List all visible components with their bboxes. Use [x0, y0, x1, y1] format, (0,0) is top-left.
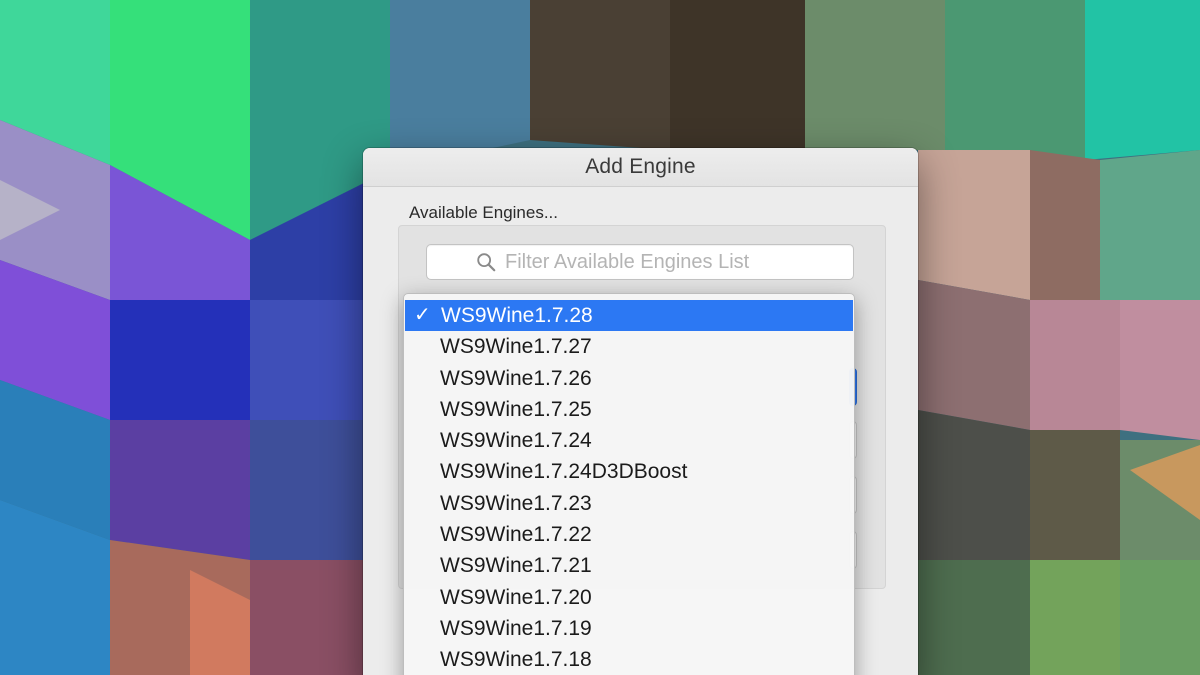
filter-engines-input[interactable] — [505, 250, 805, 274]
search-icon — [477, 253, 496, 272]
engine-list-item[interactable]: WS9Wine1.7.26 — [404, 363, 854, 394]
engine-list-item[interactable]: WS9Wine1.7.19 — [404, 613, 854, 644]
dialog-titlebar[interactable]: Add Engine — [363, 148, 918, 187]
engine-list-item[interactable]: WS9Wine1.7.25 — [404, 394, 854, 425]
filter-engines-search-field[interactable] — [426, 244, 854, 280]
engine-list-item-label: WS9Wine1.7.26 — [440, 366, 592, 390]
engine-list-item-label: WS9Wine1.7.19 — [440, 616, 592, 640]
engine-list-item[interactable]: ✓ WS9Wine1.7.28 — [405, 300, 853, 332]
engine-list-item[interactable]: WS9Wine1.7.18 — [404, 644, 854, 675]
available-engines-label: Available Engines... — [409, 203, 559, 222]
engine-popup-list[interactable]: ✓ WS9Wine1.7.28 WS9Wine1.7.27 WS9Wine1.7.26… — [403, 293, 855, 675]
engine-list-item-label: WS9Wine1.7.24 — [440, 429, 592, 453]
engine-list-item-label: WS9Wine1.7.24D3DBoost — [440, 460, 688, 484]
engine-list-item[interactable]: WS9Wine1.7.21 — [404, 550, 854, 581]
engine-list-item-label: WS9Wine1.7.18 — [440, 648, 592, 672]
engine-list-item[interactable]: WS9Wine1.7.20 — [404, 582, 854, 613]
engine-list-item-label: WS9Wine1.7.25 — [440, 397, 592, 421]
engine-list-item-label: WS9Wine1.7.28 — [441, 304, 593, 327]
engine-list-item[interactable]: WS9Wine1.7.24 — [404, 425, 854, 456]
engine-list-item-label: WS9Wine1.7.21 — [440, 554, 592, 578]
engine-list-item[interactable]: WS9Wine1.7.27 — [404, 331, 854, 362]
engine-list-item[interactable]: WS9Wine1.7.24D3DBoost — [404, 456, 854, 487]
engine-list-item-label: WS9Wine1.7.22 — [440, 523, 592, 547]
engine-list-item[interactable]: WS9Wine1.7.22 — [404, 519, 854, 550]
engine-list-item-label: WS9Wine1.7.20 — [440, 585, 592, 609]
engine-list-item-label: WS9Wine1.7.27 — [440, 335, 592, 359]
dialog-title: Add Engine — [585, 155, 696, 178]
engine-list-item-label: WS9Wine1.7.23 — [440, 491, 592, 515]
checkmark-icon: ✓ — [414, 304, 431, 326]
engine-list-item[interactable]: WS9Wine1.7.23 — [404, 488, 854, 519]
